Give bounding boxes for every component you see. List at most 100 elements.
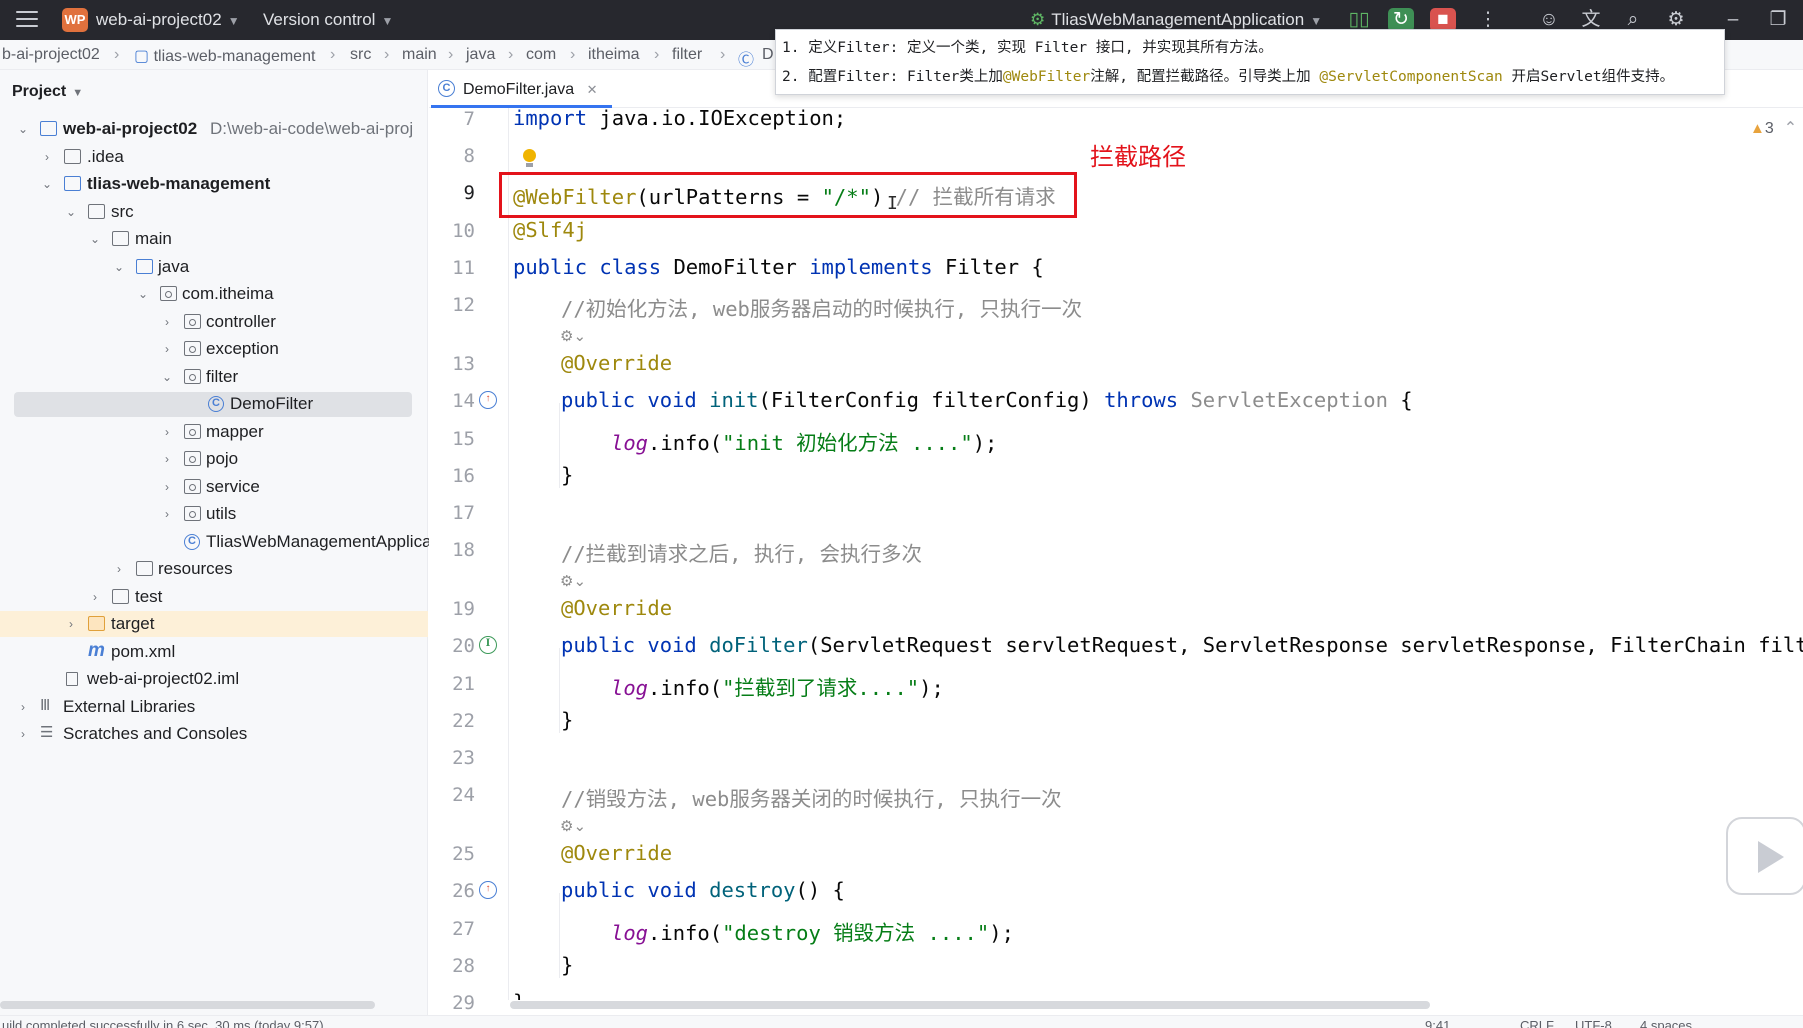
- chevron-right-icon: ›: [21, 727, 25, 741]
- tree-item-exception[interactable]: › exception: [0, 336, 428, 362]
- spring-app-icon: ⚙: [1030, 10, 1046, 29]
- highlight-box: [499, 172, 1077, 218]
- lightbulb-icon[interactable]: [522, 149, 538, 169]
- tree-item-com-itheima[interactable]: ⌄ com.itheima: [0, 281, 428, 307]
- breadcrumb-item[interactable]: java: [466, 46, 495, 64]
- code-line-7: import java.io.IOException;: [513, 108, 847, 130]
- tree-label: java: [158, 257, 190, 276]
- ai-hint-icon[interactable]: ⚙⌄: [560, 817, 586, 835]
- chevron-down-icon: ▼: [381, 14, 394, 28]
- tree-label: target: [111, 614, 155, 633]
- tree-label: mapper: [206, 422, 264, 441]
- quick-doc-popup: 1. 定义Filter: 定义一个类, 实现 Filter 接口, 并实现其所有…: [775, 29, 1725, 95]
- chevron-down-icon: ⌄: [65, 205, 77, 219]
- tree-item-service[interactable]: › service: [0, 474, 428, 500]
- code-editor[interactable]: import java.io.IOException; @WebFilter(u…: [510, 108, 1803, 1000]
- tree-label: utils: [206, 504, 237, 523]
- tree-label: resources: [158, 559, 233, 578]
- breadcrumb-item[interactable]: itheima: [588, 46, 640, 64]
- breadcrumb-item[interactable]: b-ai-project02: [2, 46, 100, 64]
- package-icon: [184, 451, 201, 466]
- implement-marker-icon[interactable]: I: [479, 636, 497, 654]
- project-horizontal-scrollbar[interactable]: [0, 1001, 375, 1009]
- breadcrumb-item[interactable]: ▢ tlias-web-management: [134, 46, 315, 66]
- breadcrumb-item[interactable]: com: [526, 46, 556, 64]
- package-icon: [184, 479, 201, 494]
- breadcrumb-item[interactable]: D: [762, 46, 774, 64]
- chevron-down-icon: ▼: [227, 14, 240, 28]
- inspection-warnings[interactable]: ▲3 ⌃: [1750, 118, 1797, 138]
- chevron-up-icon[interactable]: ⌃: [1784, 120, 1797, 137]
- line-number: 8: [463, 145, 475, 167]
- line-number: 23: [452, 747, 475, 769]
- project-badge[interactable]: WP: [62, 8, 88, 32]
- line-number: 28: [452, 955, 475, 977]
- tree-item-resources[interactable]: › resources: [0, 556, 428, 582]
- override-marker-icon[interactable]: ↑: [479, 881, 497, 899]
- breadcrumb-item[interactable]: src: [350, 46, 371, 64]
- tree-item-tlias-web-management[interactable]: ⌄ tlias-web-management: [0, 171, 428, 197]
- tree-label: Scratches and Consoles: [63, 724, 248, 743]
- chevron-right-icon: ›: [69, 617, 73, 631]
- chevron-right-icon: ›: [448, 46, 454, 63]
- indent-setting[interactable]: 4 spaces: [1640, 1016, 1692, 1028]
- chevron-right-icon: ›: [165, 342, 169, 356]
- tree-item-main[interactable]: ⌄ main: [0, 226, 428, 252]
- tree-item-java[interactable]: ⌄ java: [0, 254, 428, 280]
- tree-item-web-ai-project02[interactable]: ⌄ web-ai-project02 D:\web-ai-code\web-ai…: [0, 116, 428, 142]
- override-marker-icon[interactable]: ↑: [479, 391, 497, 409]
- tree-item-controller[interactable]: › controller: [0, 309, 428, 335]
- restore-icon[interactable]: ❐: [1765, 8, 1791, 32]
- tree-item-tlias-web-management-application[interactable]: C TliasWebManagementApplica: [0, 529, 432, 555]
- tree-item-utils[interactable]: › utils: [0, 501, 428, 527]
- indent-guide: [559, 648, 560, 733]
- build-status-message[interactable]: uild completed successfully in 6 sec, 30…: [2, 1016, 324, 1028]
- ai-hint-icon[interactable]: ⚙⌄: [560, 572, 586, 590]
- tree-label: main: [135, 229, 172, 248]
- play-icon: [1758, 841, 1784, 873]
- run-configuration-selector[interactable]: ⚙ TliasWebManagementApplication ▼: [1030, 10, 1322, 30]
- warning-count: 3: [1764, 120, 1774, 137]
- tree-item-external-libraries[interactable]: › Ⅲ External Libraries: [0, 694, 428, 720]
- editor-horizontal-scrollbar[interactable]: [510, 1001, 1430, 1009]
- line-number: 24: [452, 784, 475, 806]
- tab-demofilter-java[interactable]: C DemoFilter.java ✕: [431, 70, 612, 108]
- tree-label: TliasWebManagementApplica: [206, 532, 432, 551]
- tree-item-filter[interactable]: ⌄ filter: [0, 364, 428, 390]
- caret-position[interactable]: 9:41: [1425, 1016, 1450, 1028]
- close-icon[interactable]: ✕: [587, 82, 598, 97]
- chevron-down-icon: ▼: [1310, 14, 1323, 28]
- code-line-25: @Override: [561, 841, 673, 865]
- file-encoding[interactable]: UTF-8: [1575, 1016, 1612, 1028]
- line-number: 20: [452, 635, 475, 657]
- tree-item-pom-xml[interactable]: m pom.xml: [0, 639, 428, 665]
- tree-item-target[interactable]: › target: [0, 611, 428, 637]
- main-menu-icon[interactable]: [16, 11, 38, 29]
- tree-item-iml[interactable]: web-ai-project02.iml: [0, 666, 428, 692]
- tree-item-src[interactable]: ⌄ src: [0, 199, 428, 225]
- line-number: 14: [452, 390, 475, 412]
- chevron-down-icon: ⌄: [161, 370, 173, 384]
- package-icon: [184, 341, 201, 356]
- breadcrumb-item[interactable]: filter: [672, 46, 702, 64]
- tree-item-idea[interactable]: › .idea: [0, 144, 428, 170]
- tree-item-demofilter[interactable]: C DemoFilter: [0, 391, 428, 417]
- line-number: 26: [452, 880, 475, 902]
- line-separator[interactable]: CRLF: [1520, 1016, 1554, 1028]
- version-control-menu[interactable]: Version control ▼: [263, 10, 393, 30]
- tree-item-mapper[interactable]: › mapper: [0, 419, 428, 445]
- excluded-folder-icon: [88, 616, 105, 631]
- project-switcher[interactable]: web-ai-project02 ▼: [96, 10, 240, 30]
- tree-item-pojo[interactable]: › pojo: [0, 446, 428, 472]
- ai-hint-icon[interactable]: ⚙⌄: [560, 327, 586, 345]
- line-number: 27: [452, 918, 475, 940]
- project-panel-header[interactable]: Project ▼: [12, 83, 83, 101]
- chevron-right-icon: ›: [21, 700, 25, 714]
- tree-item-scratches[interactable]: › ☰ Scratches and Consoles: [0, 721, 428, 747]
- breadcrumb-item[interactable]: main: [402, 46, 437, 64]
- code-line-10: @Slf4j: [513, 218, 588, 242]
- video-play-button[interactable]: [1726, 817, 1803, 895]
- tree-item-test[interactable]: › test: [0, 584, 428, 610]
- line-number: 25: [452, 843, 475, 865]
- chevron-right-icon: ›: [384, 46, 390, 63]
